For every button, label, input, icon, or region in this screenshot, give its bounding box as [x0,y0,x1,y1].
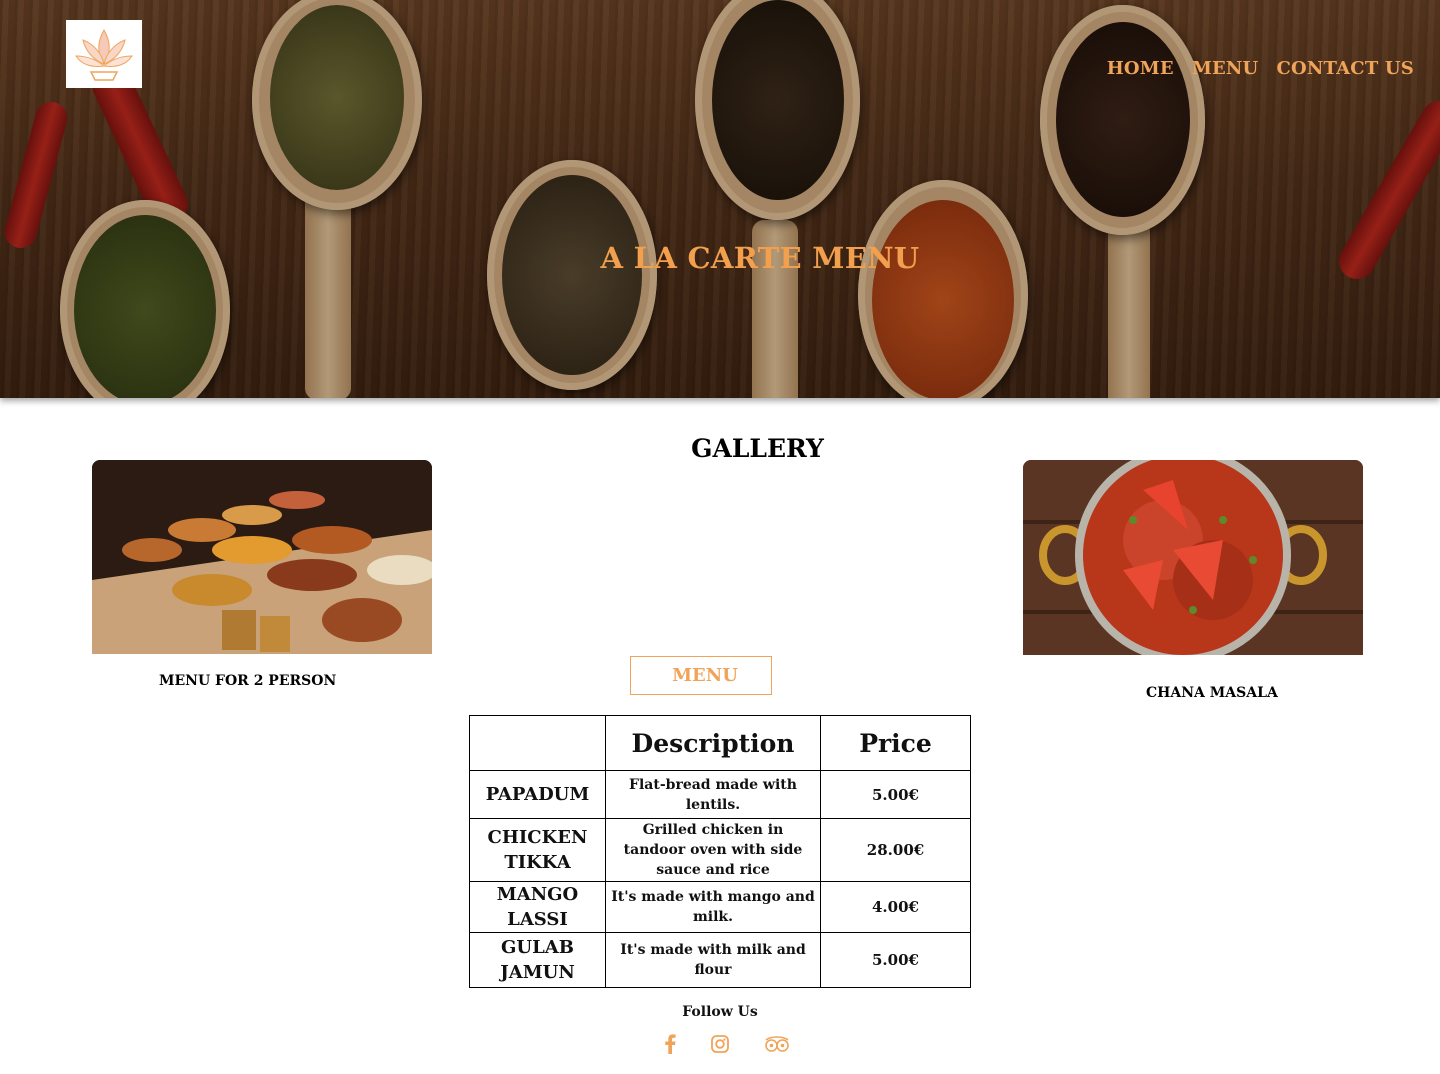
menu-item-price: 5.00€ [820,770,971,819]
table-row: GULAB JAMUN It's made with milk and flou… [469,932,971,988]
restaurant-logo[interactable] [66,20,142,88]
facebook-glyph [665,1034,676,1054]
table-row: CHICKEN TIKKA Grilled chicken in tandoor… [469,818,971,882]
nav-menu-link[interactable]: MENU [1192,58,1259,79]
facebook-icon[interactable] [660,1030,680,1058]
table-header-description: Description [605,715,821,771]
menu-item-name: CHICKEN TIKKA [469,818,606,882]
menu-button[interactable]: MENU [630,656,772,695]
tripadvisor-glyph [765,1036,789,1052]
gallery-title: GALLERY [691,434,824,463]
menu-item-name: GULAB JAMUN [469,932,606,988]
table-header-row: Description Price [469,715,971,771]
menu-item-price: 5.00€ [820,932,971,988]
gallery-caption-left: MENU FOR 2 PERSON [159,673,337,689]
menu-table: Description Price PAPADUM Flat-bread mad… [469,715,971,988]
menu-item-description: It's made with milk and flour [605,932,821,988]
nav-contact-link[interactable]: CONTACT US [1276,58,1414,79]
menu-item-description: Grilled chicken in tandoor oven with sid… [605,818,821,882]
menu-item-price: 28.00€ [820,818,971,882]
gallery-photo-chana-masala[interactable] [1023,460,1363,655]
menu-item-description: Flat-bread made with lentils. [605,770,821,819]
table-header-item [469,715,606,771]
instagram-icon[interactable] [709,1030,731,1058]
instagram-glyph [711,1035,729,1053]
tripadvisor-icon[interactable] [762,1030,792,1058]
gallery-photo-menu-for-two[interactable] [92,460,432,654]
food-buffet-image [92,460,432,654]
menu-item-price: 4.00€ [820,881,971,933]
table-row: MANGO LASSI It's made with mango and mil… [469,881,971,933]
curry-dish-image [1023,460,1363,655]
menu-item-description: It's made with mango and milk. [605,881,821,933]
nav-home-link[interactable]: HOME [1107,58,1174,79]
hero-banner: HOME MENU CONTACT US A LA CARTE MENU [0,0,1440,398]
follow-us-label: Follow Us [682,1004,758,1020]
lotus-icon [75,29,133,81]
table-row: PAPADUM Flat-bread made with lentils. 5.… [469,770,971,819]
menu-item-name: MANGO LASSI [469,881,606,933]
gallery-caption-right: CHANA MASALA [1146,685,1278,701]
menu-item-name: PAPADUM [469,770,606,819]
main-nav: HOME MENU CONTACT US [1089,58,1414,79]
table-header-price: Price [820,715,971,771]
hero-title: A LA CARTE MENU [600,241,920,275]
